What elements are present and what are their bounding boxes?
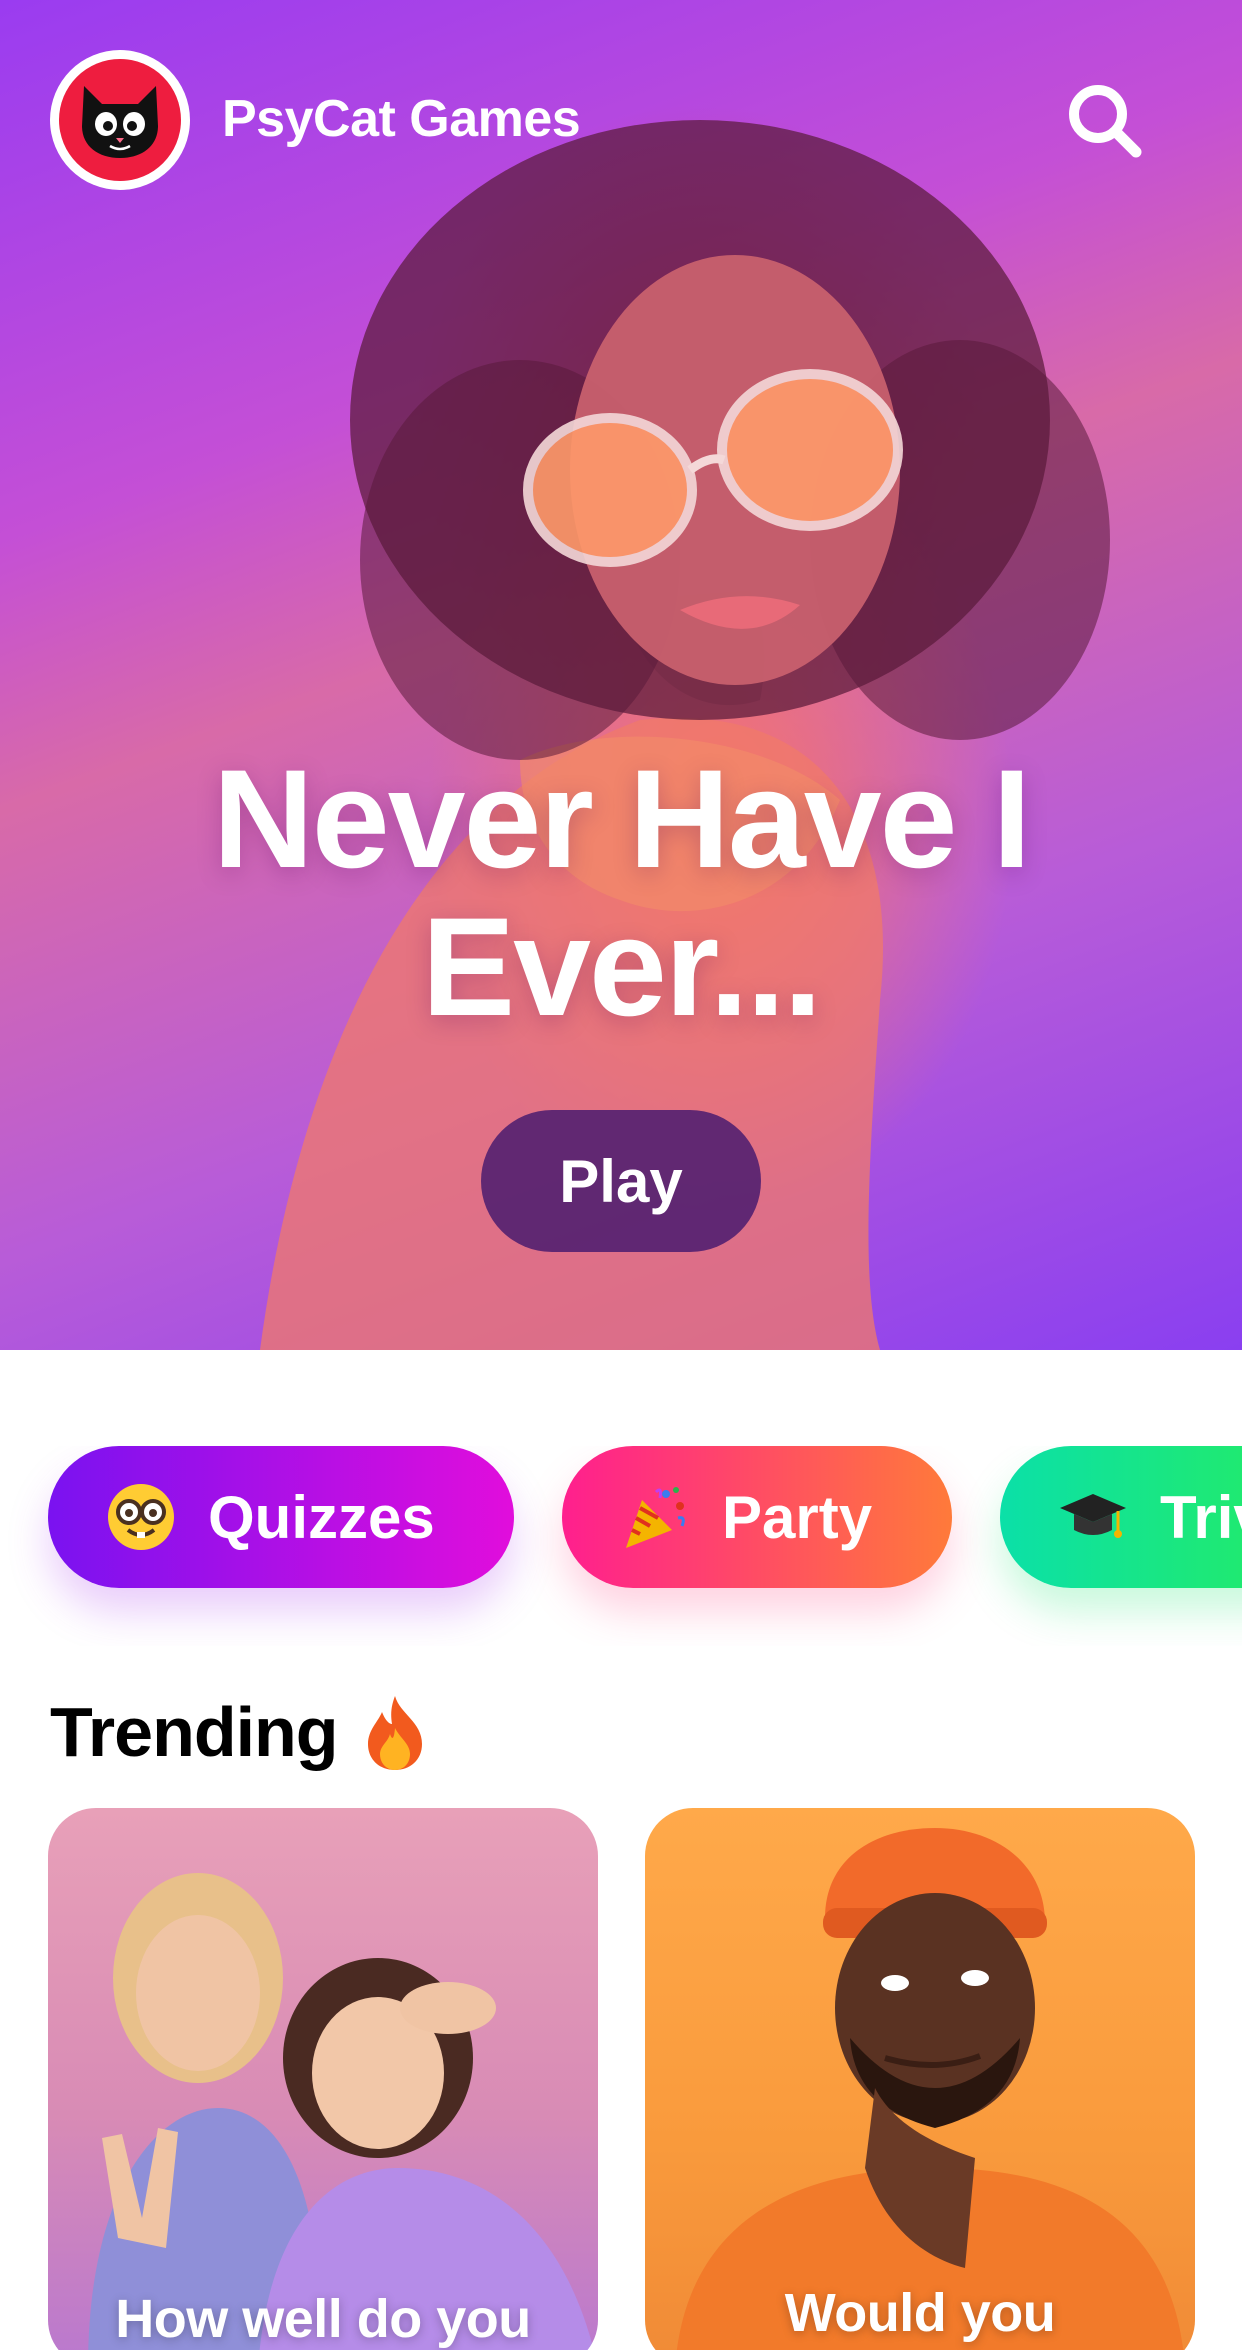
category-label: Party [722, 1483, 873, 1551]
category-label: Quizzes [208, 1483, 435, 1551]
category-label: Trivia [1160, 1483, 1242, 1551]
category-pill-quizzes[interactable]: Quizzes [48, 1446, 514, 1588]
card-photo [676, 1828, 1184, 2350]
cat-face-icon [59, 59, 181, 181]
app-logo[interactable] [50, 50, 190, 190]
category-pill-party[interactable]: Party [562, 1446, 952, 1588]
hero-title: Never Have I Ever... [212, 740, 1032, 1045]
trending-card-title: How well do you [115, 2289, 531, 2349]
trending-card[interactable]: How well do you [48, 1808, 598, 2350]
top-bar: PsyCat Games [0, 0, 1242, 240]
category-pills: Quizzes Party Trivia [0, 1446, 1242, 1646]
fire-emoji [360, 1694, 430, 1770]
category-pill-trivia[interactable]: Trivia [1000, 1446, 1242, 1588]
graduation-cap-emoji [1056, 1480, 1130, 1554]
trending-title: Trending [50, 1693, 339, 1771]
nerd-face-emoji [104, 1480, 178, 1554]
play-button[interactable]: Play [481, 1110, 761, 1252]
search-button[interactable] [1062, 78, 1148, 164]
app-brand-name: PsyCat Games [222, 90, 581, 148]
party-popper-emoji [618, 1480, 692, 1554]
hero-banner[interactable]: PsyCat Games Never Have I Ever... Play [0, 0, 1242, 1350]
trending-heading: Trending [50, 1690, 430, 1774]
trending-card[interactable]: Would you [645, 1808, 1195, 2350]
card-photo [88, 1873, 594, 2350]
trending-card-title: Would you [784, 2283, 1056, 2343]
search-icon [1069, 85, 1142, 158]
